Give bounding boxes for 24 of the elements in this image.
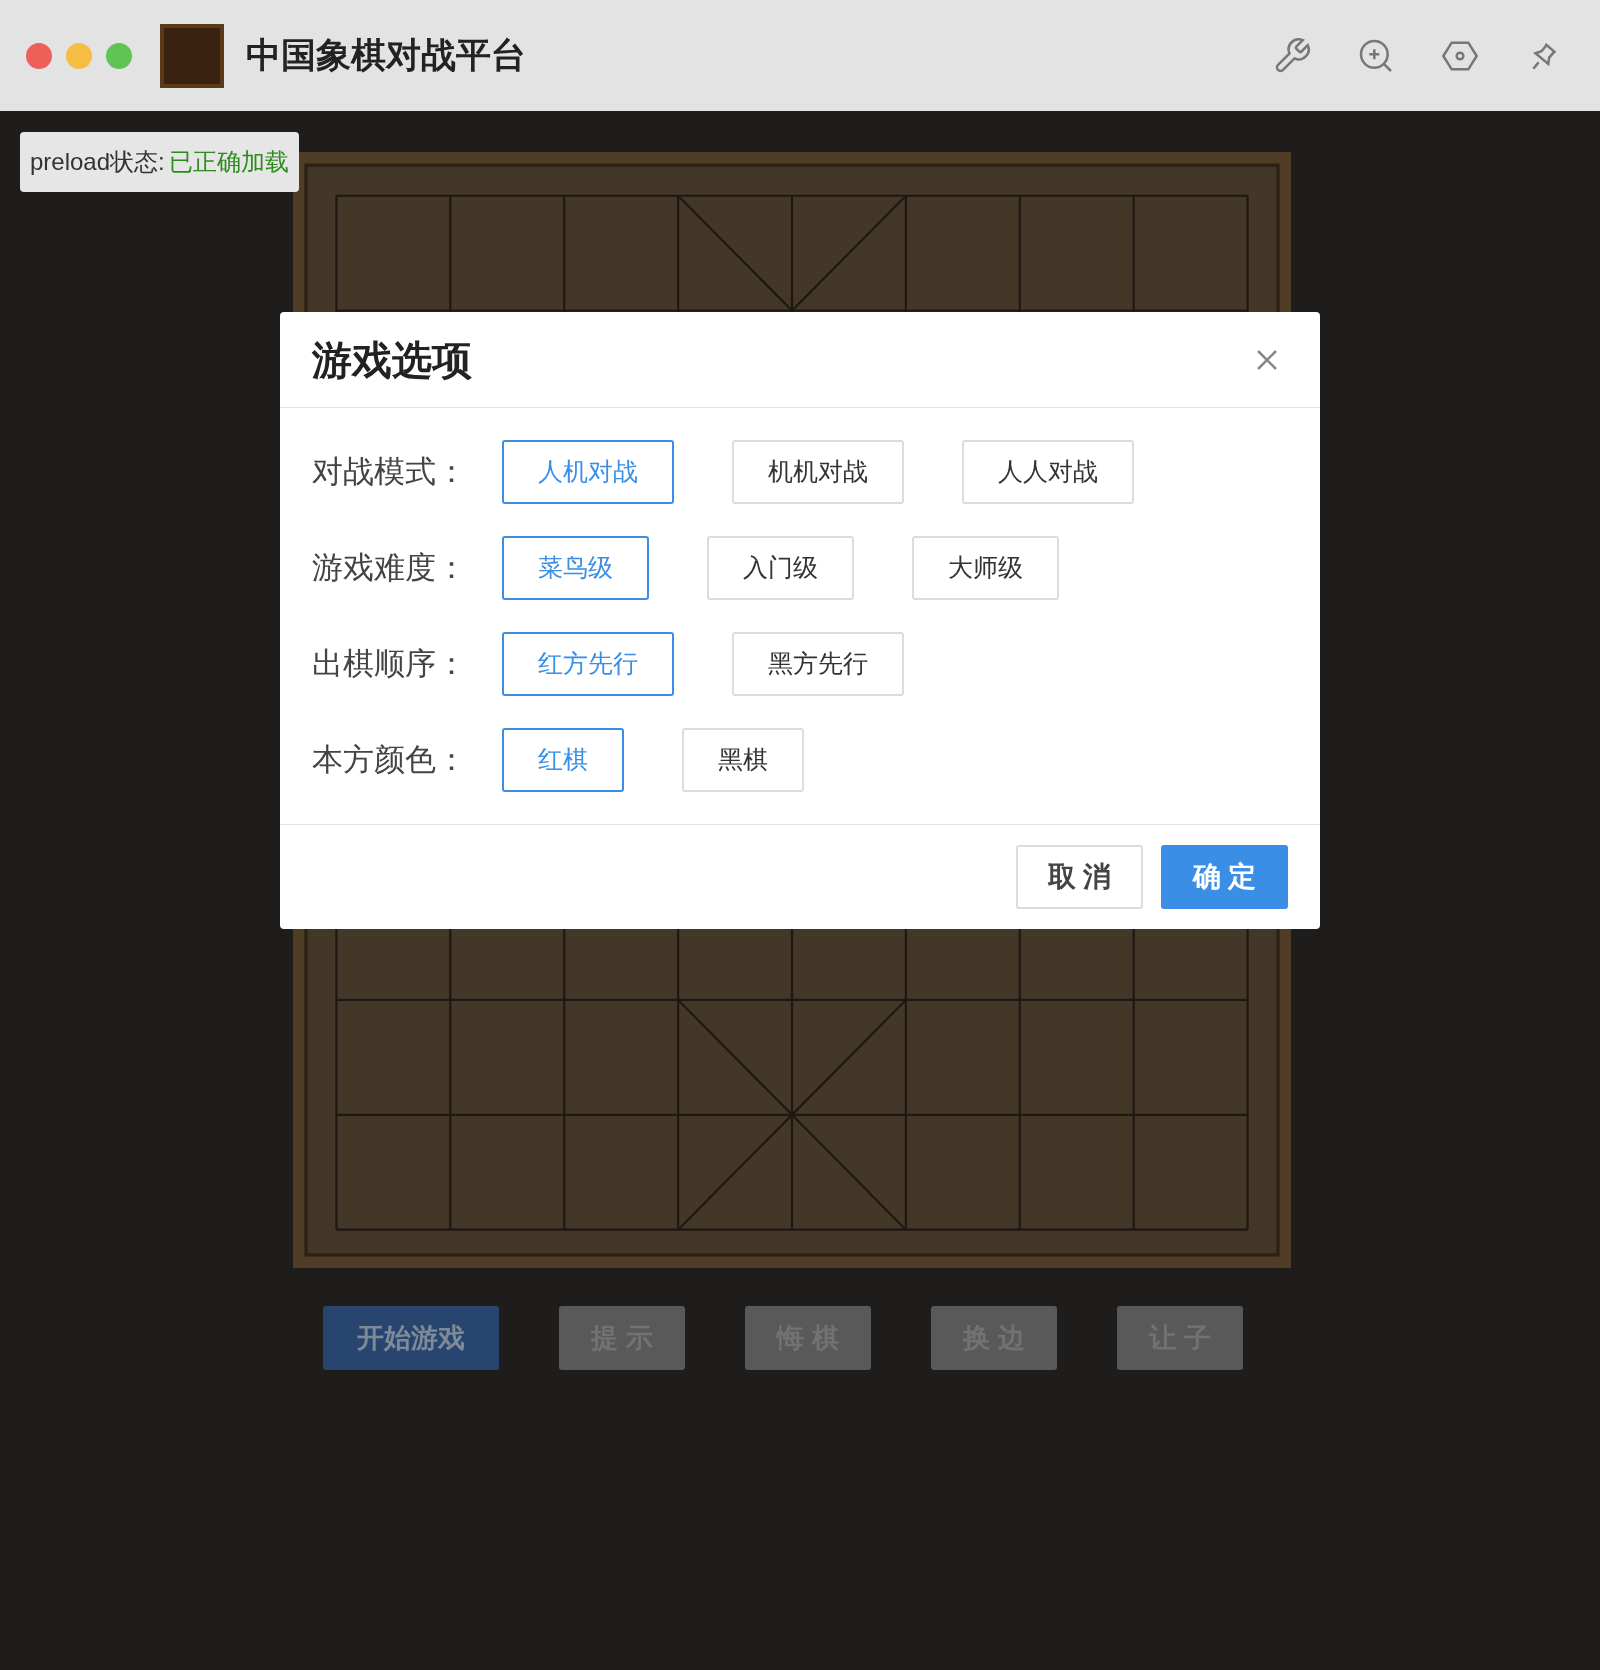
choice-button[interactable]: 红方先行 <box>502 632 674 696</box>
confirm-button[interactable]: 确 定 <box>1161 845 1288 909</box>
choice-button[interactable]: 红棋 <box>502 728 624 792</box>
action-button[interactable]: 开始游戏 <box>323 1306 499 1370</box>
choice-button[interactable]: 人机对战 <box>502 440 674 504</box>
option-label: 本方颜色： <box>312 740 468 779</box>
close-window-icon[interactable] <box>26 42 52 69</box>
dialog-title: 游戏选项 <box>312 336 472 384</box>
choice-button[interactable]: 菜鸟级 <box>502 536 649 600</box>
choice-button[interactable]: 黑棋 <box>682 728 804 792</box>
option-label: 游戏难度： <box>312 548 468 587</box>
option-label: 出棋顺序： <box>312 644 468 683</box>
choice-button[interactable]: 黑方先行 <box>732 632 904 696</box>
choice-button[interactable]: 人人对战 <box>962 440 1134 504</box>
preload-status: 已正确加载 <box>168 147 289 177</box>
choice-button[interactable]: 入门级 <box>707 536 854 600</box>
preload-label: preload状态: <box>30 147 165 177</box>
close-icon[interactable] <box>1256 348 1278 371</box>
choice-button[interactable]: 大师级 <box>912 536 1059 600</box>
choice-button[interactable]: 机机对战 <box>732 440 904 504</box>
option-label: 对战模式： <box>312 452 468 491</box>
app-logo-icon <box>160 23 224 88</box>
window-title: 中国象棋对战平台 <box>246 34 526 77</box>
cancel-button[interactable]: 取 消 <box>1016 845 1143 909</box>
